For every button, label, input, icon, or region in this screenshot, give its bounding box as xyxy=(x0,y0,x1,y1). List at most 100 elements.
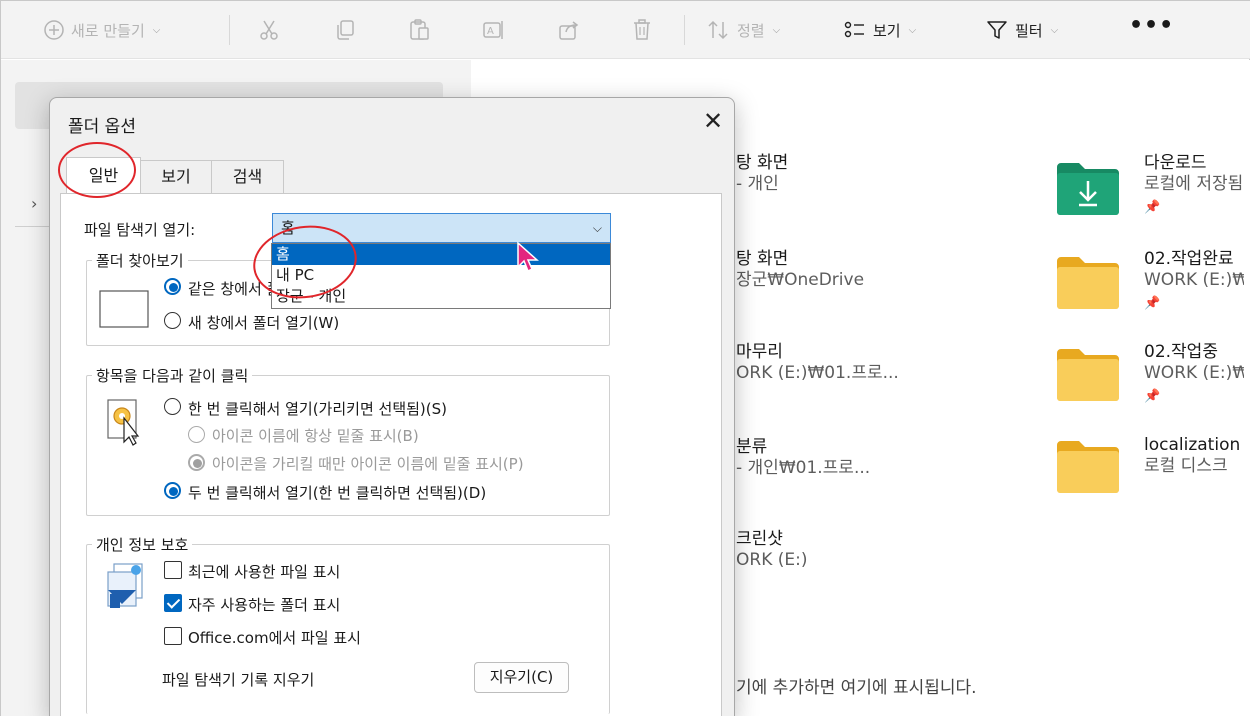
share-button[interactable] xyxy=(557,9,581,51)
item-location: 장군₩OneDrive xyxy=(736,270,865,290)
dropdown-option-personal[interactable]: 장군 - 개인 xyxy=(272,286,610,307)
window-edge xyxy=(1244,75,1250,716)
new-window-label: 새 창에서 폴더 열기(W) xyxy=(188,314,340,332)
download-folder-icon[interactable] xyxy=(1055,159,1121,217)
underline-always-label: 아이콘 이름에 항상 밑줄 표시(B) xyxy=(212,427,419,445)
radio-same-window[interactable] xyxy=(164,278,181,295)
office-files-label: Office.com에서 파일 표시 xyxy=(188,629,361,647)
scissors-icon xyxy=(260,20,278,40)
item-name: 분류 xyxy=(736,437,768,457)
item-location: 로컬 디스크 xyxy=(1144,456,1228,476)
open-explorer-value: 홈 xyxy=(281,219,295,237)
item-location: - 개인 xyxy=(736,174,779,194)
share-icon xyxy=(559,21,579,40)
chevron-right-icon[interactable]: › xyxy=(31,194,37,213)
item-name: 다운로드 xyxy=(1144,153,1207,173)
window-preview-icon xyxy=(99,290,149,328)
checkbox-office-files[interactable] xyxy=(164,627,182,645)
rename-button[interactable]: A xyxy=(481,9,505,51)
close-icon[interactable]: ✕ xyxy=(700,108,726,134)
quick-access-item[interactable]: 02.작업중 WORK (E:)₩01 📌 xyxy=(1144,342,1250,407)
plus-circle-icon xyxy=(44,20,64,40)
folder-icon[interactable] xyxy=(1055,437,1121,495)
dialog-title: 폴더 옵션 xyxy=(68,117,136,137)
tab-search[interactable]: 검색 xyxy=(211,160,284,194)
frequent-folders-label: 자주 사용하는 폴더 표시 xyxy=(188,596,341,614)
new-button-label: 새로 만들기 xyxy=(71,21,145,40)
filter-button[interactable]: 필터 ⌵ xyxy=(985,9,1058,51)
tab-view[interactable]: 보기 xyxy=(140,160,212,194)
sort-arrows-icon xyxy=(708,20,728,40)
double-click-label: 두 번 클릭해서 열기(한 번 클릭하면 선택됨)(D) xyxy=(188,484,487,502)
single-click-label: 한 번 클릭해서 열기(가리키면 선택됨)(S) xyxy=(188,400,448,418)
view-button-label: 보기 xyxy=(873,21,901,40)
folder-icon[interactable] xyxy=(1055,345,1121,403)
cut-button[interactable] xyxy=(257,9,281,51)
checkbox-frequent-folders[interactable] xyxy=(164,594,182,612)
favorites-hint: 기에 추가하면 여기에 표시됩니다. xyxy=(736,678,977,698)
copy-icon xyxy=(337,20,354,40)
item-location: WORK (E:)₩01 xyxy=(1144,270,1250,290)
view-button[interactable]: 보기 ⌵ xyxy=(843,9,916,51)
radio-underline-always[interactable] xyxy=(188,426,205,443)
filter-button-label: 필터 xyxy=(1015,21,1043,40)
nav-divider xyxy=(15,226,49,227)
radio-underline-hover[interactable] xyxy=(188,454,205,471)
quick-access-item[interactable]: localization 로컬 디스크 xyxy=(1144,435,1240,477)
open-explorer-dropdown-list: 홈 내 PC 장군 - 개인 xyxy=(271,243,611,309)
paste-button[interactable] xyxy=(407,9,431,51)
tab-general[interactable]: 일반 xyxy=(66,157,141,193)
radio-double-click[interactable] xyxy=(164,482,181,499)
recent-files-icon xyxy=(107,563,143,608)
toolbar-divider xyxy=(684,15,685,45)
sort-button[interactable]: 정렬 ⌵ xyxy=(707,9,780,51)
delete-button[interactable] xyxy=(631,9,653,51)
quick-access-item[interactable]: 다운로드 로컬에 저장됨 📌 xyxy=(1144,153,1243,218)
open-explorer-label: 파일 탐색기 열기: xyxy=(84,221,196,239)
quick-access-item[interactable]: 탕 화면 - 개인 xyxy=(736,153,788,195)
group-title: 항목을 다음과 같이 클릭 xyxy=(92,365,253,386)
sort-button-label: 정렬 xyxy=(737,21,765,40)
clear-history-label: 파일 탐색기 기록 지우기 xyxy=(162,671,315,689)
trash-icon xyxy=(634,19,650,40)
checkbox-recent-files[interactable] xyxy=(164,561,182,579)
item-name: 02.작업중 xyxy=(1144,342,1218,362)
clear-history-button[interactable]: 지우기(C) xyxy=(474,662,569,693)
dropdown-option-this-pc[interactable]: 내 PC xyxy=(272,265,610,286)
open-explorer-select[interactable]: 홈 ⌵ xyxy=(272,213,611,243)
folder-options-dialog: 폴더 옵션 ✕ 일반 보기 검색 파일 탐색기 열기: 홈 ⌵ 폴더 찾아보기 … xyxy=(49,97,735,716)
pin-icon: 📌 xyxy=(1144,200,1161,215)
radio-single-click[interactable] xyxy=(164,398,181,415)
item-name: 마무리 xyxy=(736,342,783,362)
dropdown-option-home[interactable]: 홈 xyxy=(272,244,610,265)
new-button[interactable]: 새로 만들기 ⌵ xyxy=(43,9,160,51)
folder-icon[interactable] xyxy=(1055,253,1121,311)
more-options-button[interactable]: ••• xyxy=(1129,13,1174,38)
quick-access-item[interactable]: 탕 화면 장군₩OneDrive xyxy=(736,249,864,291)
item-location: WORK (E:)₩01 xyxy=(1144,363,1250,383)
item-location: - 개인₩01.프로... xyxy=(736,458,871,478)
chevron-down-icon: ⌵ xyxy=(592,221,602,235)
quick-access-item[interactable]: 크린샷 ORK (E:) xyxy=(736,529,807,571)
quick-access-item[interactable]: 02.작업완료 WORK (E:)₩01 📌 xyxy=(1144,249,1250,314)
group-title: 개인 정보 보호 xyxy=(92,534,193,555)
pin-icon: 📌 xyxy=(1144,389,1161,404)
item-location: ORK (E:) xyxy=(736,550,808,570)
quick-access-item[interactable]: 마무리 ORK (E:)₩01.프로... xyxy=(736,342,899,384)
command-bar: 새로 만들기 ⌵ A 정렬 ⌵ 보기 ⌵ 필터 ⌵ ••• xyxy=(1,1,1250,59)
item-name: 탕 화면 xyxy=(736,249,789,269)
recent-files-label: 최근에 사용한 파일 표시 xyxy=(188,563,341,581)
pointer-click-icon xyxy=(107,399,140,446)
chevron-down-icon: ⌵ xyxy=(152,24,161,36)
pin-icon: 📌 xyxy=(1144,296,1161,311)
item-location: 로컬에 저장됨 xyxy=(1144,174,1244,194)
item-name: 탕 화면 xyxy=(736,153,789,173)
quick-access-item[interactable]: 분류 - 개인₩01.프로... xyxy=(736,437,870,479)
chevron-down-icon: ⌵ xyxy=(1050,24,1059,36)
group-title: 폴더 찾아보기 xyxy=(92,250,188,271)
view-list-icon xyxy=(844,21,864,38)
clipboard-icon xyxy=(410,19,429,40)
radio-new-window[interactable] xyxy=(164,312,181,329)
copy-button[interactable] xyxy=(333,9,357,51)
funnel-icon xyxy=(987,21,1007,39)
